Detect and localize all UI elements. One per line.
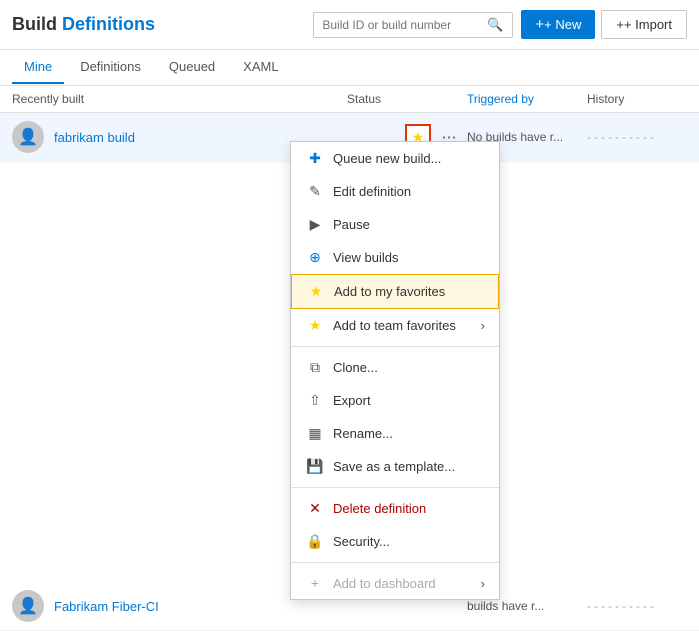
export-icon: ⇧: [305, 392, 325, 409]
menu-divider-3: [291, 562, 499, 563]
import-button[interactable]: + + Import: [601, 10, 687, 39]
menu-item-view-builds[interactable]: ⊕ View builds: [291, 241, 499, 274]
table-header: Recently built Status Triggered by Histo…: [0, 86, 699, 113]
star-team-icon: ★: [305, 317, 325, 334]
save-template-icon: 💾: [305, 458, 325, 475]
menu-item-pause[interactable]: ▶ Pause: [291, 208, 499, 241]
avatar: 👤: [12, 121, 44, 153]
menu-item-add-to-my-favorites[interactable]: ★ Add to my favorites: [291, 274, 499, 309]
menu-item-clone[interactable]: ⧉ Clone...: [291, 351, 499, 384]
col-status-header: Status: [347, 92, 467, 106]
menu-item-add-to-team-favorites[interactable]: ★ Add to team favorites ›: [291, 309, 499, 342]
tab-queued[interactable]: Queued: [157, 51, 227, 84]
tab-definitions[interactable]: Definitions: [68, 51, 153, 84]
search-icon: 🔍: [487, 17, 503, 33]
context-menu: ✚ Queue new build... ✎ Edit definition ▶…: [290, 141, 500, 600]
nav-tabs: Mine Definitions Queued XAML: [0, 50, 699, 86]
delete-icon: ✕: [305, 500, 325, 517]
col-triggered-header[interactable]: Triggered by: [467, 92, 587, 106]
search-input[interactable]: [322, 18, 487, 32]
menu-item-save-as-template[interactable]: 💾 Save as a template...: [291, 450, 499, 483]
avatar-fiber: 👤: [12, 590, 44, 622]
chevron-right-dashboard-icon: ›: [481, 576, 485, 591]
rename-icon: ▦: [305, 425, 325, 442]
build-history-fiber: ----------: [587, 599, 687, 613]
user-icon: 👤: [18, 127, 38, 147]
new-plus-icon: +: [535, 16, 544, 33]
user-icon-fiber: 👤: [18, 596, 38, 616]
menu-item-security[interactable]: 🔒 Security...: [291, 525, 499, 558]
col-recently-built: Recently built: [12, 92, 347, 106]
edit-icon: ✎: [305, 183, 325, 200]
menu-item-queue-new-build[interactable]: ✚ Queue new build...: [291, 142, 499, 175]
col-history-header: History: [587, 92, 687, 106]
chevron-right-icon: ›: [481, 318, 485, 333]
tab-mine[interactable]: Mine: [12, 51, 64, 84]
build-status-fiber: builds have r...: [467, 599, 587, 613]
page-title: Build Definitions: [12, 14, 155, 35]
security-icon: 🔒: [305, 533, 325, 550]
build-history: ----------: [587, 130, 687, 144]
pause-icon: ▶: [305, 216, 325, 233]
queue-icon: ✚: [305, 150, 325, 167]
menu-item-delete-definition[interactable]: ✕ Delete definition: [291, 492, 499, 525]
build-name-fiber-ci[interactable]: Fabrikam Fiber-CI: [54, 599, 261, 614]
view-builds-icon: ⊕: [305, 249, 325, 266]
clone-icon: ⧉: [305, 359, 325, 376]
menu-item-add-to-dashboard[interactable]: + Add to dashboard ›: [291, 567, 499, 599]
menu-item-export[interactable]: ⇧ Export: [291, 384, 499, 417]
add-dashboard-icon: +: [305, 575, 325, 591]
search-box[interactable]: 🔍: [313, 12, 513, 38]
menu-item-edit-definition[interactable]: ✎ Edit definition: [291, 175, 499, 208]
menu-item-rename[interactable]: ▦ Rename...: [291, 417, 499, 450]
tab-xaml[interactable]: XAML: [231, 51, 290, 84]
import-plus-icon: +: [616, 17, 624, 32]
menu-divider-1: [291, 346, 499, 347]
page-header: Build Definitions 🔍 + + New + + Import: [0, 0, 699, 50]
star-my-icon: ★: [306, 283, 326, 300]
new-button[interactable]: + + New: [521, 10, 595, 39]
menu-divider-2: [291, 487, 499, 488]
